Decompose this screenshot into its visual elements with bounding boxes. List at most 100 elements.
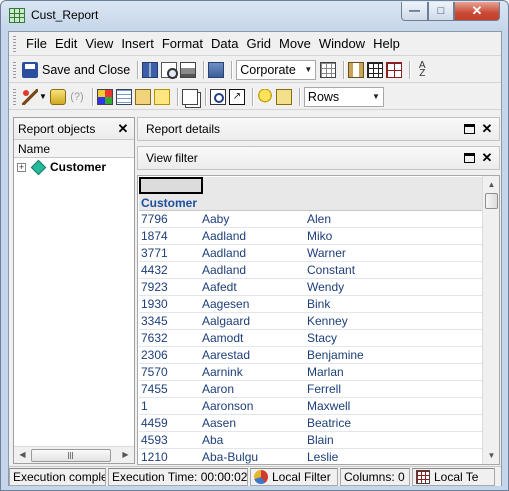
table-row[interactable]: 1930 Aagesen Bink bbox=[139, 296, 482, 313]
close-icon[interactable]: ✕ bbox=[481, 121, 493, 137]
maximize-icon[interactable] bbox=[464, 124, 475, 134]
cell-first-name[interactable]: Blain bbox=[307, 433, 457, 447]
cell-id[interactable]: 7796 bbox=[139, 212, 202, 226]
table-row[interactable]: 1 Aaronson Maxwell bbox=[139, 398, 482, 415]
properties-button[interactable] bbox=[208, 60, 225, 80]
menu-data[interactable]: Data bbox=[207, 34, 242, 54]
formula-button[interactable]: (?) bbox=[69, 87, 85, 107]
data-source-button[interactable] bbox=[49, 87, 66, 107]
goto-button[interactable]: ↗ bbox=[228, 87, 245, 107]
edit-button[interactable] bbox=[134, 87, 151, 107]
grid-view-button[interactable] bbox=[320, 60, 337, 80]
scroll-left-icon[interactable]: ◀ bbox=[14, 447, 31, 463]
tree-item-customer[interactable]: + Customer bbox=[14, 158, 134, 176]
cell-first-name[interactable]: Marlan bbox=[307, 365, 457, 379]
status-local[interactable]: Local Te bbox=[412, 467, 495, 486]
wizard-button[interactable]: ▼ bbox=[22, 87, 47, 107]
cell-id[interactable]: 1874 bbox=[139, 229, 202, 243]
find-button[interactable] bbox=[209, 87, 226, 107]
tree-column-header[interactable]: Name bbox=[14, 140, 134, 158]
selected-header-cell[interactable] bbox=[139, 177, 203, 194]
table-row[interactable]: 1210 Aba-Bulgu Leslie bbox=[139, 449, 482, 464]
table-row[interactable]: 7632 Aamodt Stacy bbox=[139, 330, 482, 347]
cell-first-name[interactable]: Stacy bbox=[307, 331, 457, 345]
cell-last-name[interactable]: Aaronson bbox=[202, 399, 307, 413]
table-button[interactable] bbox=[367, 60, 384, 80]
toolbar-grip-icon[interactable] bbox=[13, 88, 16, 105]
minimize-button[interactable]: — bbox=[401, 2, 428, 21]
table-row[interactable]: 7570 Aarnink Marlan bbox=[139, 364, 482, 381]
cell-id[interactable]: 7570 bbox=[139, 365, 202, 379]
color-button[interactable] bbox=[96, 87, 113, 107]
table-row[interactable]: 4593 Aba Blain bbox=[139, 432, 482, 449]
cell-last-name[interactable]: Aafedt bbox=[202, 280, 307, 294]
expand-icon[interactable]: + bbox=[17, 162, 26, 172]
scroll-up-icon[interactable]: ▲ bbox=[483, 176, 499, 193]
style-select[interactable]: Corporate ▼ bbox=[236, 59, 317, 80]
cell-last-name[interactable]: Aalgaard bbox=[202, 314, 307, 328]
cell-last-name[interactable]: Aba-Bulgu bbox=[202, 450, 307, 464]
cell-id[interactable]: 4593 bbox=[139, 433, 202, 447]
cell-first-name[interactable]: Beatrice bbox=[307, 416, 457, 430]
group-label[interactable]: Customer bbox=[141, 196, 197, 210]
cell-last-name[interactable]: Aarestad bbox=[202, 348, 307, 362]
cell-first-name[interactable]: Ferrell bbox=[307, 382, 457, 396]
cell-last-name[interactable]: Aarnink bbox=[202, 365, 307, 379]
scroll-down-icon[interactable]: ▼ bbox=[483, 447, 499, 464]
cell-first-name[interactable]: Bink bbox=[307, 297, 457, 311]
cell-last-name[interactable]: Aasen bbox=[202, 416, 307, 430]
table-row[interactable]: 1874 Aadland Miko bbox=[139, 228, 482, 245]
view-filter-panel[interactable]: View filter ✕ bbox=[137, 146, 500, 170]
cell-first-name[interactable]: Maxwell bbox=[307, 399, 457, 413]
maximize-button[interactable]: □ bbox=[428, 2, 454, 21]
menu-grid[interactable]: Grid bbox=[242, 34, 275, 54]
cell-last-name[interactable]: Aadland bbox=[202, 263, 307, 277]
table-row[interactable]: 7796 Aaby Alen bbox=[139, 211, 482, 228]
sheet-button[interactable] bbox=[115, 87, 132, 107]
menu-window[interactable]: Window bbox=[315, 34, 369, 54]
refresh-button[interactable] bbox=[275, 87, 292, 107]
cell-id[interactable]: 1210 bbox=[139, 450, 202, 464]
table-row[interactable]: 4459 Aasen Beatrice bbox=[139, 415, 482, 432]
cell-first-name[interactable]: Wendy bbox=[307, 280, 457, 294]
cell-first-name[interactable]: Constant bbox=[307, 263, 457, 277]
cell-id[interactable]: 1930 bbox=[139, 297, 202, 311]
close-icon[interactable]: ✕ bbox=[117, 121, 129, 137]
cell-last-name[interactable]: Aadland bbox=[202, 246, 307, 260]
cell-id[interactable]: 7923 bbox=[139, 280, 202, 294]
table-row[interactable]: 7455 Aaron Ferrell bbox=[139, 381, 482, 398]
cell-first-name[interactable]: Alen bbox=[307, 212, 457, 226]
idea-button[interactable] bbox=[256, 87, 273, 107]
status-filter[interactable]: Local Filter bbox=[250, 467, 338, 486]
open-book-button[interactable] bbox=[142, 60, 159, 80]
note-button[interactable] bbox=[153, 87, 170, 107]
cell-id[interactable]: 1 bbox=[139, 399, 202, 413]
menu-file[interactable]: File bbox=[22, 34, 51, 54]
menubar-grip-icon[interactable] bbox=[13, 35, 16, 52]
cell-first-name[interactable]: Benjamine bbox=[307, 348, 457, 362]
scroll-thumb[interactable] bbox=[485, 193, 498, 209]
cell-last-name[interactable]: Aaron bbox=[202, 382, 307, 396]
cell-last-name[interactable]: Aagesen bbox=[202, 297, 307, 311]
sort-button[interactable]: AZ bbox=[414, 60, 430, 80]
cell-first-name[interactable]: Leslie bbox=[307, 450, 457, 464]
menu-help[interactable]: Help bbox=[369, 34, 404, 54]
cell-last-name[interactable]: Aaby bbox=[202, 212, 307, 226]
table-row[interactable]: 7923 Aafedt Wendy bbox=[139, 279, 482, 296]
title-bar[interactable]: Cust_Report — □ ✕ bbox=[1, 1, 508, 29]
column-format-button[interactable] bbox=[348, 60, 365, 80]
cell-last-name[interactable]: Aamodt bbox=[202, 331, 307, 345]
copy-button[interactable] bbox=[181, 87, 198, 107]
horizontal-scrollbar[interactable]: ◀ ▶ bbox=[14, 446, 134, 463]
menu-format[interactable]: Format bbox=[158, 34, 207, 54]
close-icon[interactable]: ✕ bbox=[481, 150, 493, 166]
print-preview-button[interactable] bbox=[161, 60, 179, 80]
table-row[interactable]: 3345 Aalgaard Kenney bbox=[139, 313, 482, 330]
cell-first-name[interactable]: Warner bbox=[307, 246, 457, 260]
table-row[interactable]: 4432 Aadland Constant bbox=[139, 262, 482, 279]
cell-id[interactable]: 7455 bbox=[139, 382, 202, 396]
cell-last-name[interactable]: Aba bbox=[202, 433, 307, 447]
cell-id[interactable]: 4432 bbox=[139, 263, 202, 277]
close-button[interactable]: ✕ bbox=[454, 2, 500, 21]
print-button[interactable] bbox=[180, 60, 197, 80]
